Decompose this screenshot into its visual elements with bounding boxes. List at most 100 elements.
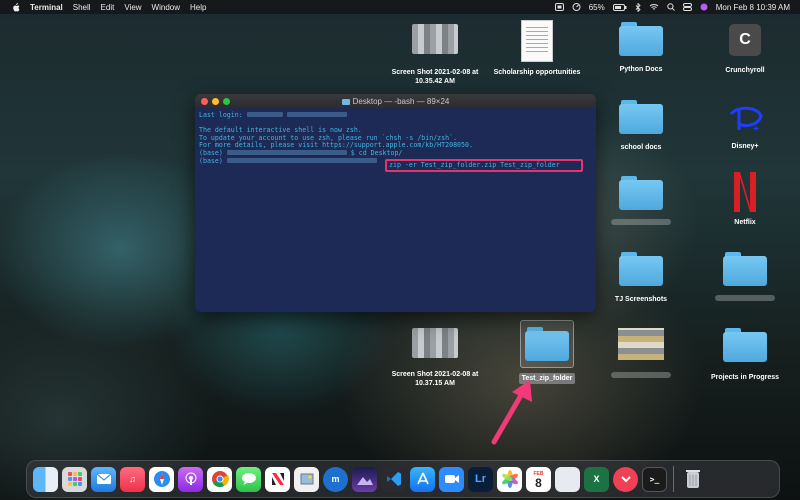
desktop-icon-label: Projects in Progress [710,374,780,381]
folder-icon [723,252,767,286]
screenshot-thumbnail [412,328,458,358]
menu-view[interactable]: View [124,3,141,12]
photos-icon[interactable] [497,466,522,492]
search-icon[interactable] [667,3,675,11]
dock: ♫ m Lr FEB 8 X >_ [26,460,780,498]
finder-window-icon[interactable] [555,466,580,492]
desktop-icon-label-redacted [596,219,686,228]
folder-icon [619,176,663,210]
desktop-icon-tj-screenshots[interactable]: TJ Screenshots [596,252,686,304]
last-login-text: Last login: [199,111,243,119]
menu-shell[interactable]: Shell [73,3,91,12]
desktop-icon-screenshot-2[interactable]: Screen Shot 2021-02-08 at 10.37.15 AM [390,328,480,388]
chrome-icon[interactable] [207,466,232,492]
netflix-icon [730,170,760,214]
news-icon[interactable] [265,466,290,492]
status-app-icon[interactable] [554,3,564,11]
terminal-window[interactable]: Desktop — -bash — 89×24 Last login: The … [195,94,596,312]
desktop-icon-screenshot-1[interactable]: Screen Shot 2021-02-08 at 10.35.42 AM [390,24,480,86]
battery-percent: 65% [588,2,605,12]
pocket-icon[interactable] [613,466,638,492]
desktop-icon-label: Python Docs [619,66,663,73]
musescore-icon[interactable]: m [323,466,348,492]
finder-icon[interactable] [33,466,58,492]
folder-icon [619,100,663,134]
desktop-icon-label: Screen Shot 2021-02-08 at 10.37.15 AM [391,371,479,387]
terminal-icon[interactable]: >_ [642,466,667,492]
music-icon[interactable]: ♫ [120,466,145,492]
svg-text:+: + [753,124,759,135]
calendar-day: 8 [535,476,542,490]
menu-window[interactable]: Window [152,3,180,12]
folder-icon [619,252,663,286]
night-sky-icon[interactable] [352,466,377,492]
selected-folder-highlight [520,320,574,368]
folder-icon [341,99,350,105]
folder-icon [619,22,663,56]
siri-icon[interactable] [700,3,708,11]
clock-datetime[interactable]: Mon Feb 8 10:39 AM [716,3,790,12]
desktop-icon-python-docs[interactable]: Python Docs [596,22,686,74]
desktop-icon-image-blurred[interactable] [596,328,686,381]
redacted-text [246,112,283,117]
menu-edit[interactable]: Edit [101,3,115,12]
messages-icon[interactable] [236,466,261,492]
desktop-icon-label-redacted [700,295,790,304]
desktop-icon-label: TJ Screenshots [614,296,668,303]
desktop-icon-scholarship[interactable]: Scholarship opportunities [492,20,582,77]
screenshot-thumbnail [412,24,458,54]
crunchyroll-icon: C [729,24,761,56]
launchpad-icon[interactable] [62,466,87,492]
desktop-icon-label: Disney+ [731,143,759,150]
terminal-title-text: Desktop — -bash — 89×24 [352,97,450,106]
preview-icon[interactable] [294,466,319,492]
redacted-text [286,112,347,117]
safari-icon[interactable] [149,466,174,492]
prompt-prefix: (base) [199,156,223,165]
lightroom-icon[interactable]: Lr [468,466,493,492]
desktop-icon-disney-plus[interactable]: + Disney+ [700,100,790,151]
redacted-text [226,157,377,163]
calendar-icon[interactable]: FEB 8 [526,466,551,492]
annotation-arrow-icon [491,380,532,445]
trash-icon[interactable] [680,467,705,492]
battery-icon[interactable] [612,3,627,11]
document-thumbnail [521,20,553,62]
desktop-icon-school-docs[interactable]: school docs [596,100,686,152]
desktop-icon-netflix[interactable]: Netflix [700,170,790,227]
terminal-titlebar[interactable]: Desktop — -bash — 89×24 [195,94,596,108]
terminal-title: Desktop — -bash — 89×24 [195,97,596,106]
mail-icon[interactable] [91,466,116,492]
menu-bar: Terminal Shell Edit View Window Help 65%… [0,0,800,14]
desktop-icon-test-zip-folder[interactable]: Test_zip_folder [502,320,592,384]
app-menu-terminal[interactable]: Terminal [30,3,63,12]
control-center-icon[interactable] [682,3,692,11]
desktop-icon-crunchyroll[interactable]: C Crunchyroll [700,24,790,75]
wifi-icon[interactable] [649,3,659,11]
gauge-icon[interactable] [572,3,581,11]
folder-icon [723,328,767,362]
desktop-icon-label: school docs [620,144,662,151]
desktop-icon-folder-blurred[interactable] [596,176,686,228]
image-thumbnail [618,328,664,360]
dock-separator [673,466,674,492]
desktop-icon-folder-blurred-2[interactable] [700,252,790,304]
app-store-icon[interactable] [410,466,435,492]
bluetooth-icon[interactable] [635,2,641,12]
vscode-icon[interactable] [381,466,406,492]
disney-plus-icon: + [725,100,765,136]
podcasts-icon[interactable] [178,466,203,492]
apple-icon[interactable] [12,2,20,12]
terminal-command: $ cd Desktop/ [350,148,403,157]
menu-help[interactable]: Help [190,3,206,12]
desktop-icon-label: Scholarship opportunities [493,69,581,76]
desktop-icon-projects-in-progress[interactable]: Projects in Progress [700,328,790,382]
desktop-icon-label-redacted [596,372,686,381]
desktop-icon-label: Screen Shot 2021-02-08 at 10.35.42 AM [391,69,479,85]
zoom-icon[interactable] [439,466,464,492]
zip-command: zip -er Test_zip_folder.zip Test_zip_fol… [389,161,560,169]
desktop-icon-label: Crunchyroll [725,67,765,74]
desktop-icon-label: Netflix [734,219,756,226]
excel-icon[interactable]: X [584,466,609,492]
redacted-text [226,149,347,155]
